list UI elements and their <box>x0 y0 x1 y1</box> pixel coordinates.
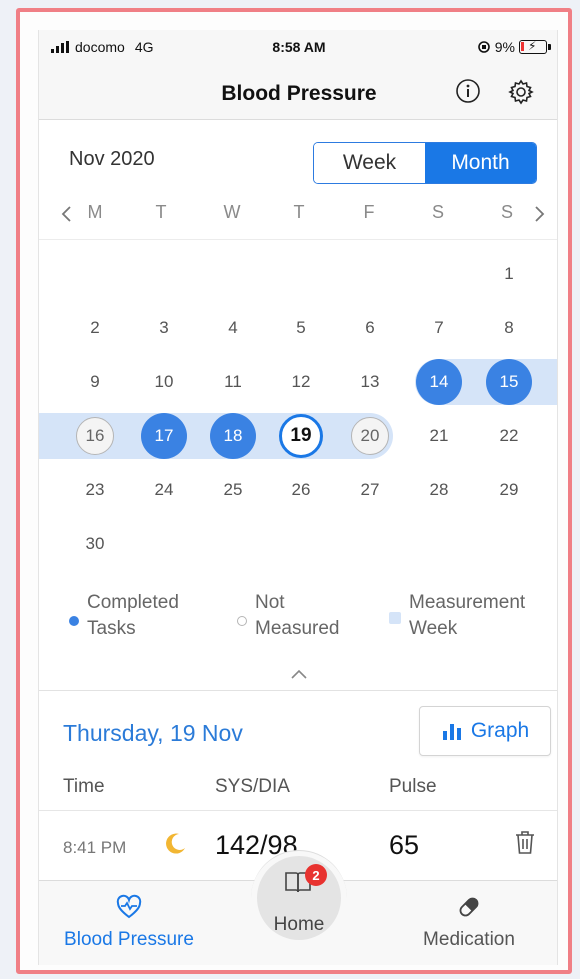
gear-icon[interactable] <box>507 78 535 106</box>
month-view-button[interactable]: Month <box>425 143 536 183</box>
calendar-day-2[interactable]: 2 <box>72 305 118 351</box>
calendar-day-6[interactable]: 6 <box>347 305 393 351</box>
weekday-label: M <box>87 202 103 222</box>
month-label: Nov 2020 <box>69 148 155 170</box>
battery-percent: 9% <box>494 39 515 55</box>
calendar-day-22[interactable]: 22 <box>486 413 532 459</box>
tab-blood-pressure[interactable]: Blood Pressure <box>39 881 219 965</box>
bar-chart-icon <box>442 724 461 740</box>
column-header-pulse: Pulse <box>389 776 437 797</box>
weekday-label: S <box>500 202 513 222</box>
selected-day-title: Thursday, 19 Nov <box>63 720 243 746</box>
weekday-label: T <box>155 202 167 222</box>
chevron-left-icon[interactable] <box>57 202 77 226</box>
calendar-day-24[interactable]: 24 <box>141 467 187 513</box>
calendar-day-18[interactable]: 18 <box>210 413 256 459</box>
calendar-legend: Completed Tasks Not Measured Measurement… <box>39 590 557 660</box>
calendar-day-12[interactable]: 12 <box>278 359 324 405</box>
graph-button-label: Graph <box>470 719 530 742</box>
info-icon[interactable] <box>455 78 481 104</box>
week-view-button[interactable]: Week <box>314 143 425 183</box>
legend-completed: Completed Tasks <box>69 590 179 642</box>
pill-icon <box>459 897 479 917</box>
heart-pulse-icon <box>116 894 142 919</box>
calendar-day-5[interactable]: 5 <box>278 305 324 351</box>
calendar-day-11[interactable]: 11 <box>210 359 256 405</box>
weekday-label: S <box>431 202 444 222</box>
legend-completed-label: Completed Tasks <box>87 592 179 639</box>
legend-not-measured: Not Measured <box>237 590 340 642</box>
graph-button[interactable]: Graph <box>419 706 551 756</box>
tab-medication-label: Medication <box>423 929 515 950</box>
calendar-day-19[interactable]: 19 <box>279 414 323 458</box>
column-header-time: Time <box>63 776 105 797</box>
divider <box>39 690 557 691</box>
calendar-day-13[interactable]: 13 <box>347 359 393 405</box>
status-bar: docomo 4G 8:58 AM 9% ⚡ <box>39 30 557 66</box>
notification-badge: 2 <box>305 864 327 886</box>
orientation-lock-icon <box>477 41 490 53</box>
tab-home-label: Home <box>273 914 325 935</box>
chevron-right-icon[interactable] <box>529 202 549 226</box>
trash-icon[interactable] <box>513 828 537 856</box>
calendar-day-23[interactable]: 23 <box>72 467 118 513</box>
measurement-time: 8:41 PM <box>63 838 127 857</box>
legend-measurement-week-label: Measurement Week <box>409 592 526 639</box>
calendar-day-9[interactable]: 9 <box>72 359 118 405</box>
phone-screen: docomo 4G 8:58 AM 9% ⚡ Blood Pressure No… <box>38 30 558 965</box>
calendar-day-29[interactable]: 29 <box>486 467 532 513</box>
battery-icon: ⚡ <box>519 39 551 54</box>
status-right: 9% ⚡ <box>477 39 551 55</box>
calendar-day-30[interactable]: 30 <box>72 521 118 567</box>
calendar-day-21[interactable]: 21 <box>416 413 462 459</box>
calendar-day-14[interactable]: 14 <box>416 359 462 405</box>
view-toggle: Week Month <box>313 142 537 184</box>
moon-icon <box>166 833 185 854</box>
chevron-up-icon[interactable] <box>287 666 311 682</box>
calendar-day-4[interactable]: 4 <box>210 305 256 351</box>
not-measured-dot-icon <box>237 616 247 626</box>
calendar-day-28[interactable]: 28 <box>416 467 462 513</box>
calendar-day-17[interactable]: 17 <box>141 413 187 459</box>
calendar-day-15[interactable]: 15 <box>486 359 532 405</box>
calendar-day-3[interactable]: 3 <box>141 305 187 351</box>
legend-not-measured-label: Not Measured <box>255 592 340 639</box>
calendar-day-16[interactable]: 16 <box>76 417 114 455</box>
navigation-bar: Blood Pressure <box>39 66 557 120</box>
tab-medication[interactable]: Medication <box>379 881 557 965</box>
calendar-day-27[interactable]: 27 <box>347 467 393 513</box>
calendar-day-26[interactable]: 26 <box>278 467 324 513</box>
weekday-header: M T W T F S S <box>39 202 557 236</box>
calendar-day-7[interactable]: 7 <box>416 305 462 351</box>
calendar-day-20[interactable]: 20 <box>351 417 389 455</box>
weekday-label: W <box>223 202 241 222</box>
calendar-day-1[interactable]: 1 <box>486 251 532 297</box>
weekday-label: F <box>363 202 375 222</box>
measurement-week-swatch-icon <box>389 612 401 624</box>
tab-blood-pressure-label: Blood Pressure <box>64 929 194 950</box>
completed-dot-icon <box>69 616 79 626</box>
weekday-label: T <box>293 202 305 222</box>
measurement-pulse: 65 <box>389 830 420 860</box>
legend-measurement-week: Measurement Week <box>389 590 525 642</box>
divider <box>39 810 557 811</box>
calendar-day-25[interactable]: 25 <box>210 467 256 513</box>
divider <box>39 239 557 240</box>
calendar-day-8[interactable]: 8 <box>486 305 532 351</box>
calendar-day-10[interactable]: 10 <box>141 359 187 405</box>
column-header-sys-dia: SYS/DIA <box>215 776 290 797</box>
